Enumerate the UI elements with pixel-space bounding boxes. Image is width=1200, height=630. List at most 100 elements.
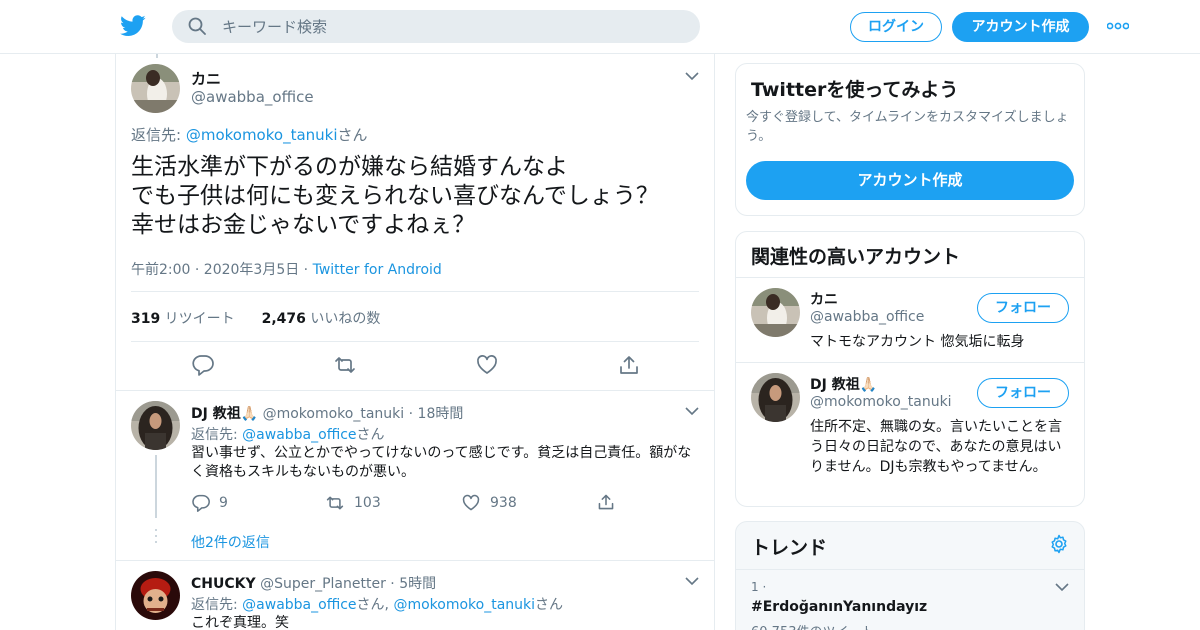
account-item[interactable]: カニ @awabba_office マトモなアカウント 惚気垢に転身 フォロー xyxy=(736,277,1084,362)
trend-name[interactable]: #ErdoğanınYanındayız xyxy=(751,599,927,615)
focused-tweet: カニ @awabba_office 返信先: @mokomoko_tanukiさ… xyxy=(116,54,714,391)
reply-header: DJ 教祖🙏🏻 @mokomoko_tanuki · 18時間 xyxy=(191,403,463,423)
tweet-actions xyxy=(116,354,714,378)
reply-mention-link[interactable]: @mokomoko_tanuki xyxy=(186,126,338,144)
divider xyxy=(131,341,699,342)
reply-icon[interactable] xyxy=(192,354,214,376)
share-icon[interactable] xyxy=(597,493,615,511)
trend-tweet-count: 60,753件のツイート xyxy=(751,621,875,630)
more-options-icon[interactable] xyxy=(1107,21,1129,31)
account-name[interactable]: カニ xyxy=(810,289,838,309)
retweet-label: リツイート xyxy=(160,311,235,327)
trends-header: トレンド xyxy=(736,522,1084,570)
search-icon xyxy=(188,17,206,35)
separator-dot: · xyxy=(390,576,395,592)
reply-time[interactable]: 5時間 xyxy=(399,576,436,592)
trends-card: トレンド 1 · #ErdoğanınYanındayız 60,753件のツイ… xyxy=(735,521,1085,630)
like-count[interactable]: 2,476 xyxy=(262,311,306,327)
cta-title: Twitterを使ってみよう xyxy=(751,79,959,101)
author-handle[interactable]: @mokomoko_tanuki xyxy=(263,406,405,422)
author-handle[interactable]: @awabba_office xyxy=(191,88,314,106)
reply-mention-link[interactable]: @awabba_office xyxy=(242,427,356,443)
avatar[interactable] xyxy=(751,373,800,422)
avatar[interactable] xyxy=(131,571,180,620)
reply-prefix: 返信先: xyxy=(131,126,186,144)
retweet-count[interactable]: 319 xyxy=(131,311,160,327)
share-icon[interactable] xyxy=(618,354,640,376)
avatar[interactable] xyxy=(131,64,180,113)
divider xyxy=(131,291,699,292)
chevron-down-icon[interactable] xyxy=(1055,582,1069,592)
tweet-timestamp[interactable]: 午前2:00 · 2020年3月5日 · xyxy=(131,262,313,278)
tweet-client-link[interactable]: Twitter for Android xyxy=(313,262,442,278)
chevron-down-icon[interactable] xyxy=(685,576,699,586)
account-name[interactable]: DJ 教祖🙏🏻 xyxy=(810,374,877,394)
reply-time[interactable]: 18時間 xyxy=(418,406,464,422)
reply-text: 習い事せず、公立とかでやってけないのって感じです。貧乏は自己責任。額がなく資格も… xyxy=(191,445,692,480)
trend-rank: 1 · xyxy=(751,580,767,594)
signup-cta-card: Twitterを使ってみよう 今すぐ登録して、タイムラインをカスタマイズしましょ… xyxy=(735,63,1085,216)
tweet-text-line: 生活水準が下がるのが嫌なら結婚すんなよ xyxy=(131,154,568,180)
reply-separator: さん, xyxy=(356,597,394,613)
tweet-text-line: でも子供は何にも変えられない喜びなんでしょう？ xyxy=(131,183,659,209)
retweet-icon[interactable] xyxy=(326,494,344,512)
reply-suffix: さん xyxy=(356,427,385,443)
retweet-count: 103 xyxy=(354,495,381,511)
chevron-down-icon[interactable] xyxy=(685,71,699,81)
twitter-logo-icon[interactable] xyxy=(120,14,146,38)
tweet-text: 生活水準が下がるのが嫌なら結婚すんなよ でも子供は何にも変えられない喜びなんでし… xyxy=(131,153,701,240)
cta-description: 今すぐ登録して、タイムラインをカスタマイズしましょう。 xyxy=(746,110,1069,144)
login-button[interactable]: ログイン xyxy=(850,12,942,42)
tweet-timeline: カニ @awabba_office 返信先: @mokomoko_tanukiさ… xyxy=(115,54,715,630)
thread-dots xyxy=(155,529,157,547)
top-navigation-bar: ログイン アカウント作成 xyxy=(0,0,1200,54)
author-name[interactable]: CHUCKY xyxy=(191,576,256,592)
related-accounts-card: 関連性の高いアカウント カニ @awabba_office マトモなアカウント … xyxy=(735,231,1085,507)
tweet-metadata: 午前2:00 · 2020年3月5日 · Twitter for Android xyxy=(131,259,442,279)
thread-line xyxy=(155,455,157,518)
reply-suffix: さん xyxy=(535,597,564,613)
reply-mention-link[interactable]: @awabba_office xyxy=(242,597,356,613)
related-title: 関連性の高いアカウント xyxy=(751,246,961,268)
reply-prefix: 返信先: xyxy=(191,427,243,443)
trends-title: トレンド xyxy=(751,537,828,559)
reply-context: 返信先: @awabba_officeさん, @mokomoko_tanukiさ… xyxy=(191,594,563,614)
tweet-text-line: 幸せはお金じゃないですよねぇ？ xyxy=(131,212,476,238)
like-heart-icon[interactable] xyxy=(462,494,480,512)
author-name[interactable]: カニ xyxy=(191,68,221,89)
signup-button[interactable]: アカウント作成 xyxy=(952,12,1089,42)
reply-tweet[interactable]: DJ 教祖🙏🏻 @mokomoko_tanuki · 18時間 返信先: @aw… xyxy=(116,391,714,561)
follow-button[interactable]: フォロー xyxy=(977,378,1069,408)
author-name[interactable]: DJ 教祖🙏🏻 xyxy=(191,406,258,422)
avatar[interactable] xyxy=(131,401,180,450)
follow-button[interactable]: フォロー xyxy=(977,293,1069,323)
gear-icon[interactable] xyxy=(1049,534,1069,554)
account-bio: マトモなアカウント 惚気垢に転身 xyxy=(810,334,1025,350)
signup-button[interactable]: アカウント作成 xyxy=(746,161,1074,200)
separator-dot: · xyxy=(408,406,414,422)
chevron-down-icon[interactable] xyxy=(685,406,699,416)
reply-mention-link[interactable]: @mokomoko_tanuki xyxy=(393,597,535,613)
author-handle[interactable]: @Super_Planetter xyxy=(260,576,386,592)
account-handle[interactable]: @mokomoko_tanuki xyxy=(810,394,952,410)
search-input[interactable] xyxy=(222,10,682,43)
like-heart-icon[interactable] xyxy=(476,354,498,376)
reply-header: CHUCKY @Super_Planetter · 5時間 xyxy=(191,573,436,593)
like-label: いいねの数 xyxy=(305,311,381,327)
retweet-icon[interactable] xyxy=(334,354,356,376)
reply-text: これぞ真理。笑 xyxy=(191,615,289,630)
reply-prefix: 返信先: xyxy=(191,597,243,613)
tweet-stats: 319 リツイート 2,476 いいねの数 xyxy=(131,308,380,328)
reply-icon[interactable] xyxy=(192,494,210,512)
reply-context: 返信先: @awabba_officeさん xyxy=(191,424,385,444)
avatar[interactable] xyxy=(751,288,800,337)
account-handle[interactable]: @awabba_office xyxy=(810,309,924,325)
reply-context: 返信先: @mokomoko_tanukiさん xyxy=(131,124,368,145)
account-bio: 住所不定、無職の女。言いたいことを言う日々の日記なので、あなたの意見はいりません… xyxy=(810,419,1062,475)
account-item[interactable]: DJ 教祖🙏🏻 @mokomoko_tanuki 住所不定、無職の女。言いたいこ… xyxy=(736,362,1084,506)
reply-count: 9 xyxy=(219,495,228,511)
like-count: 938 xyxy=(490,495,517,511)
search-bar[interactable] xyxy=(172,10,700,43)
reply-tweet[interactable]: CHUCKY @Super_Planetter · 5時間 返信先: @awab… xyxy=(116,561,714,630)
more-replies-link[interactable]: 他2件の返信 xyxy=(191,532,270,552)
